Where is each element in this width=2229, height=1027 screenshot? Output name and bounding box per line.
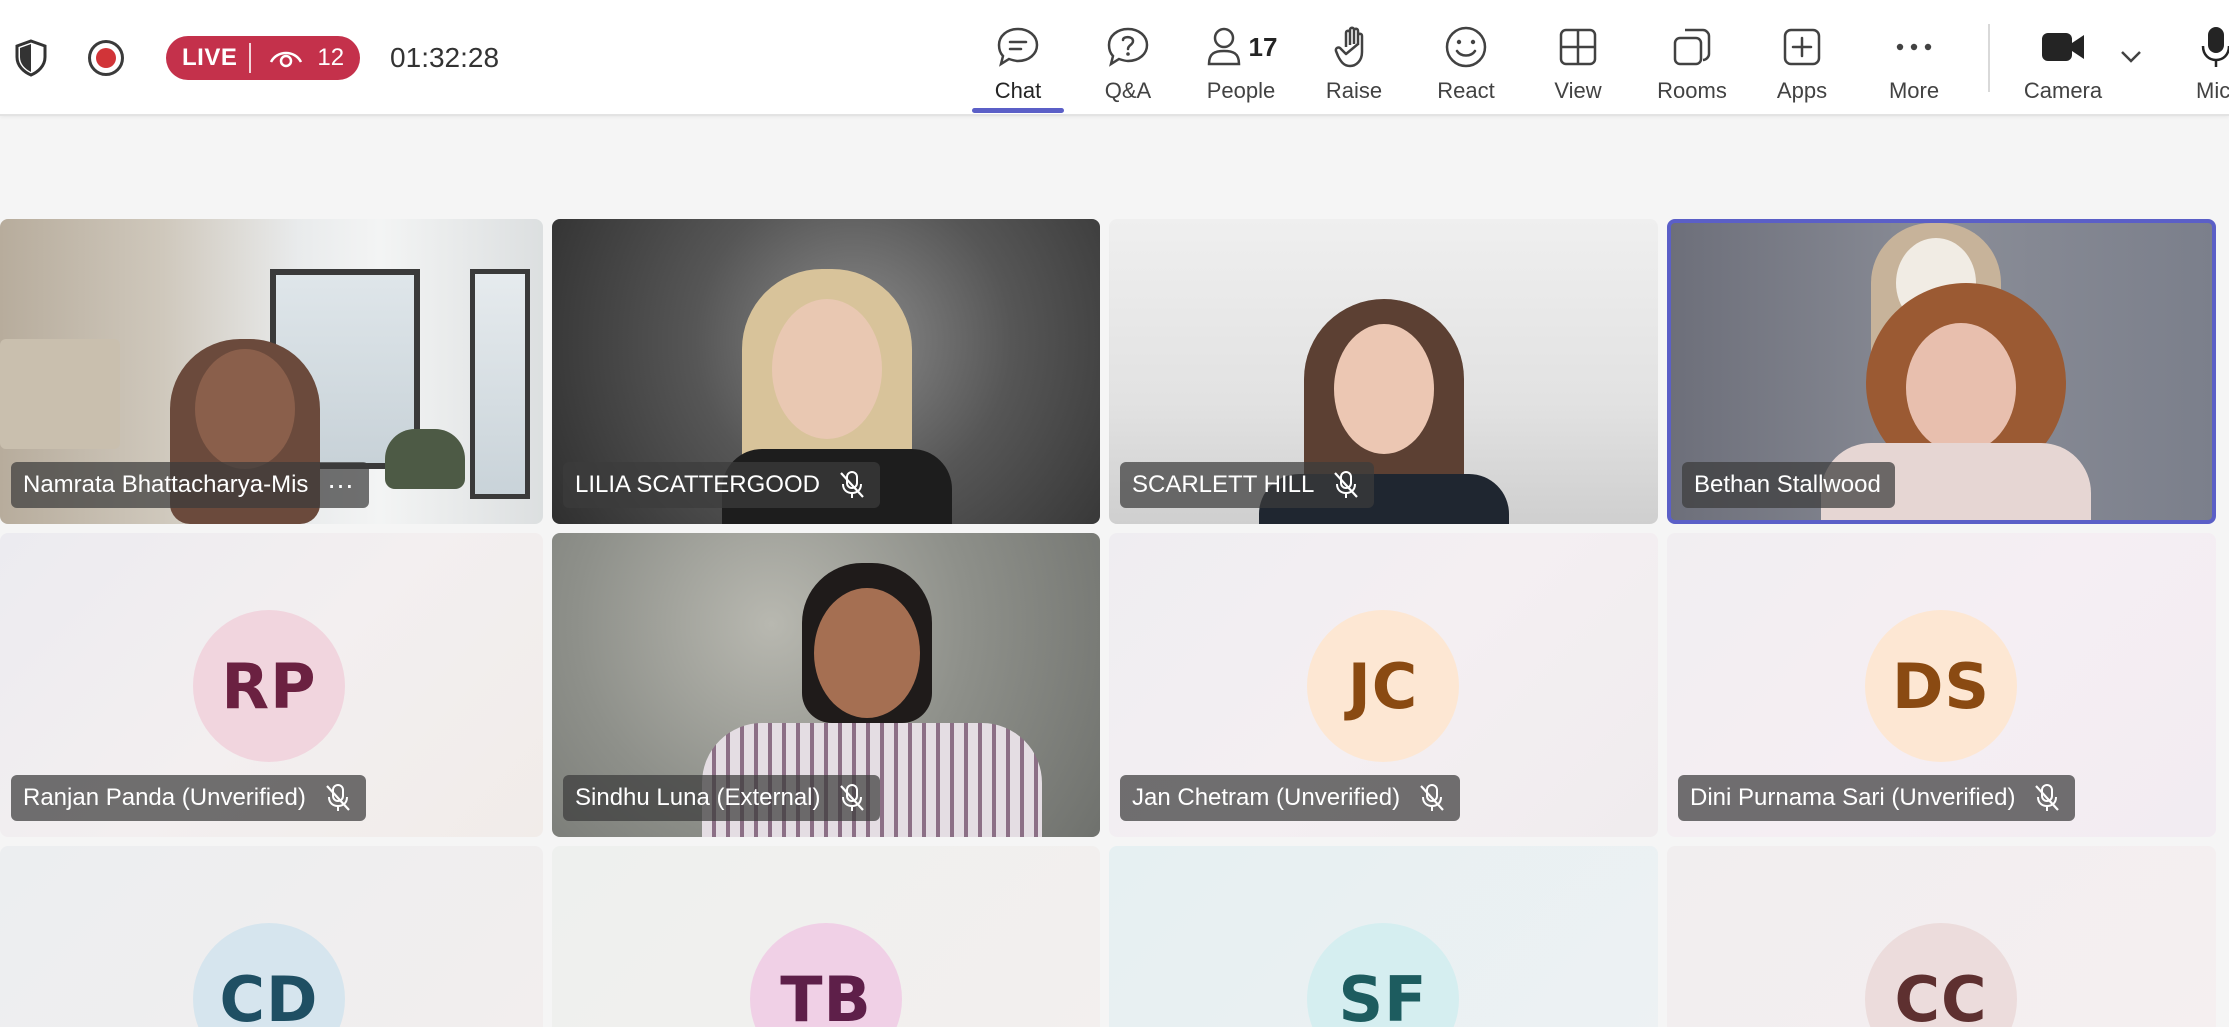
participant-name: LILIA SCATTERGOOD: [575, 471, 820, 498]
raise-hand-button[interactable]: Raise: [1312, 0, 1396, 116]
recording-icon[interactable]: [88, 40, 124, 76]
mic-button[interactable]: Mic: [2186, 0, 2229, 116]
participant-name: Jan Chetram (Unverified): [1132, 784, 1401, 811]
rooms-icon: [1673, 28, 1711, 66]
mic-off-icon: [1334, 471, 1359, 498]
participant-tile[interactable]: SCARLETT HILL: [1109, 219, 1658, 524]
mic-icon: [2201, 27, 2229, 67]
apps-label: Apps: [1776, 78, 1828, 103]
participant-name-pill: Bethan Stallwood: [1682, 462, 1895, 508]
participant-tile[interactable]: TB: [552, 846, 1100, 1027]
participant-tile[interactable]: Sindhu Luna (External): [552, 533, 1100, 837]
qa-icon: [1107, 27, 1149, 67]
live-label: LIVE: [182, 44, 238, 71]
more-button[interactable]: More: [1872, 0, 1956, 116]
smiley-icon: [1445, 26, 1487, 68]
avatar: DS: [1865, 610, 2017, 762]
participant-name-pill: Jan Chetram (Unverified): [1120, 775, 1461, 821]
rooms-label: Rooms: [1657, 78, 1727, 103]
camera-button[interactable]: Camera: [2016, 0, 2110, 116]
view-label: View: [1554, 78, 1602, 103]
plus-square-icon: [1783, 28, 1821, 66]
camera-label: Camera: [2023, 78, 2103, 103]
mic-off-icon: [326, 784, 350, 811]
chevron-down-icon[interactable]: [2120, 50, 2142, 64]
participant-name-pill: LILIA SCATTERGOOD: [563, 462, 880, 508]
live-badge[interactable]: LIVE 12: [166, 36, 361, 80]
qa-button[interactable]: Q&A: [1086, 0, 1170, 116]
grid-icon: [1559, 28, 1597, 66]
participant-tile[interactable]: JC Jan Chetram (Unverified): [1109, 533, 1658, 837]
people-count: 17: [1248, 31, 1278, 62]
chat-icon: [997, 27, 1039, 67]
toolbar-divider: [1988, 24, 1990, 92]
people-icon: [1207, 27, 1240, 66]
raise-label: Raise: [1325, 78, 1383, 103]
meeting-toolbar: LIVE 12 01:32:28 Chat Q&A 17 People Rais…: [0, 0, 2229, 116]
avatar: RP: [193, 610, 345, 762]
meeting-status-group: LIVE 12 01:32:28: [14, 34, 499, 82]
avatar: SF: [1307, 923, 1459, 1027]
react-label: React: [1437, 78, 1495, 103]
participant-tile[interactable]: Namrata Bhattacharya-Mis …: [0, 219, 543, 524]
participant-tile[interactable]: DS Dini Purnama Sari (Unverified): [1667, 533, 2216, 837]
participant-name: Sindhu Luna (External): [575, 784, 821, 811]
avatar: TB: [750, 923, 902, 1027]
qa-label: Q&A: [1104, 78, 1152, 103]
mic-off-icon: [1420, 784, 1444, 811]
participant-name-pill: Ranjan Panda (Unverified): [11, 775, 366, 821]
active-tab-indicator: [972, 108, 1064, 113]
participant-name-pill: Dini Purnama Sari (Unverified): [1678, 775, 2076, 821]
participant-name-pill: SCARLETT HILL: [1120, 462, 1375, 508]
ellipsis-icon[interactable]: …: [326, 465, 355, 493]
participant-name: Namrata Bhattacharya-Mis: [23, 471, 309, 498]
participant-tile[interactable]: CC: [1667, 846, 2216, 1027]
participant-tile[interactable]: CD: [0, 846, 543, 1027]
participant-name: Dini Purnama Sari (Unverified): [1690, 784, 2016, 811]
view-button[interactable]: View: [1536, 0, 1620, 116]
camera-icon: [2042, 33, 2084, 61]
participant-tile[interactable]: SF: [1109, 846, 1658, 1027]
participant-tile-speaking[interactable]: Bethan Stallwood: [1667, 219, 2216, 524]
avatar: JC: [1307, 610, 1459, 762]
chat-label: Chat: [994, 78, 1042, 103]
participant-name-pill: Namrata Bhattacharya-Mis …: [11, 462, 370, 508]
mic-off-icon: [840, 784, 865, 811]
avatar: CC: [1865, 923, 2017, 1027]
meeting-timer: 01:32:28: [390, 42, 500, 73]
view-count: 12: [317, 44, 345, 71]
people-button[interactable]: 17 People: [1196, 0, 1286, 116]
shield-icon[interactable]: [14, 39, 48, 77]
apps-button[interactable]: Apps: [1760, 0, 1844, 116]
participant-name: SCARLETT HILL: [1132, 471, 1315, 498]
participant-name: Ranjan Panda (Unverified): [23, 784, 306, 811]
participant-name-pill: Sindhu Luna (External): [563, 775, 881, 821]
avatar: CD: [193, 923, 345, 1027]
rooms-button[interactable]: Rooms: [1650, 0, 1734, 116]
participant-tile[interactable]: RP Ranjan Panda (Unverified): [0, 533, 543, 837]
participant-name: Bethan Stallwood: [1694, 471, 1881, 498]
mic-off-icon: [2035, 784, 2060, 811]
mic-label: Mic: [2196, 78, 2229, 103]
hand-icon: [1334, 26, 1364, 68]
more-label: More: [1888, 78, 1940, 103]
participant-tile[interactable]: LILIA SCATTERGOOD: [552, 219, 1100, 524]
eye-icon: [270, 51, 303, 68]
ellipsis-icon: [1896, 43, 1932, 51]
people-label: People: [1206, 78, 1276, 103]
mic-off-icon: [840, 471, 864, 498]
react-button[interactable]: React: [1424, 0, 1508, 116]
chat-button[interactable]: Chat: [976, 0, 1060, 116]
